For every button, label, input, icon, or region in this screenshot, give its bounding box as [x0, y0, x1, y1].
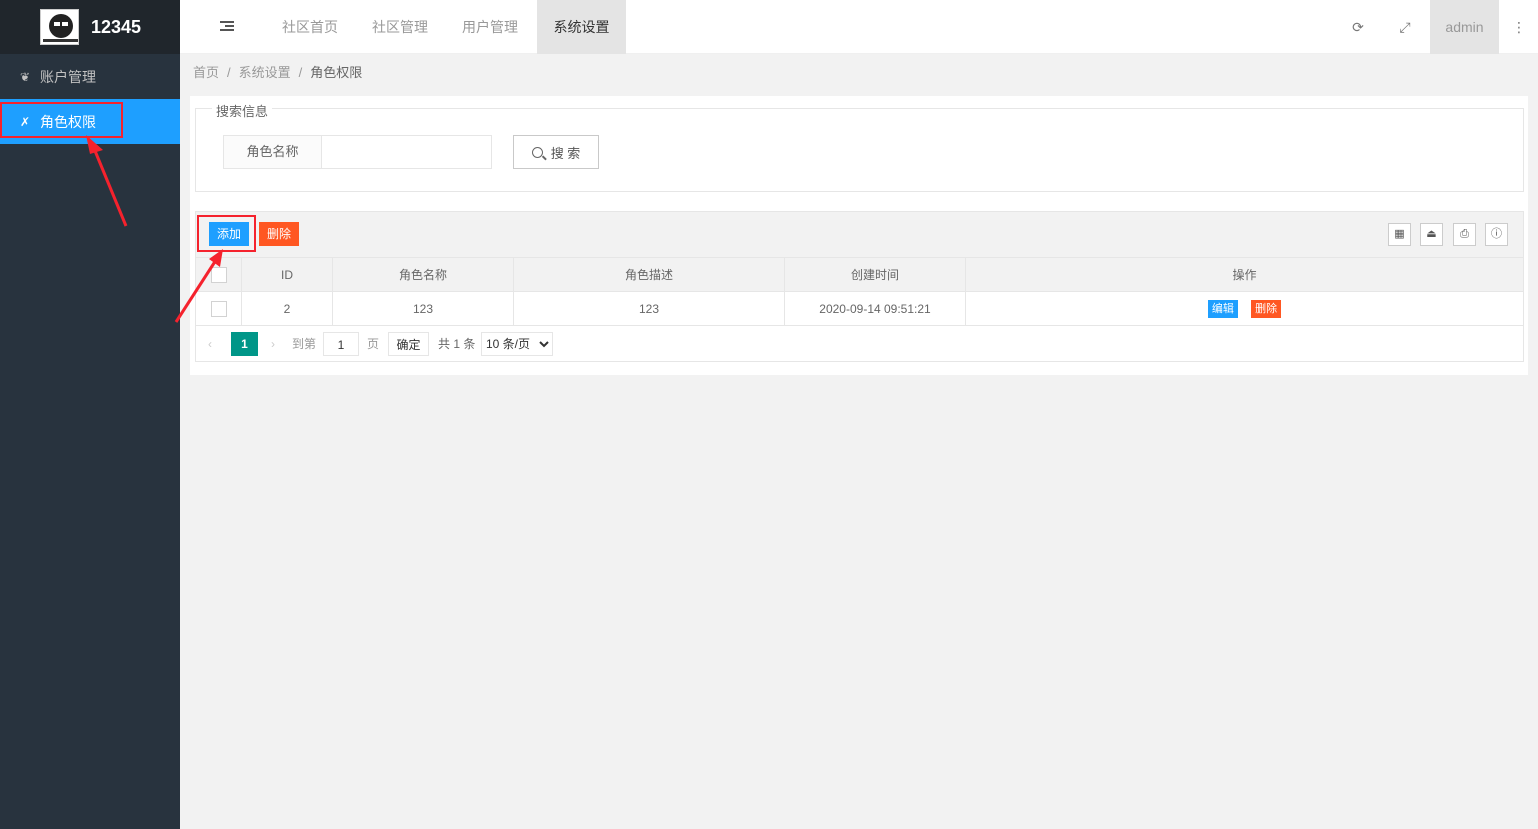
annotation-arrows: [86, 135, 223, 323]
